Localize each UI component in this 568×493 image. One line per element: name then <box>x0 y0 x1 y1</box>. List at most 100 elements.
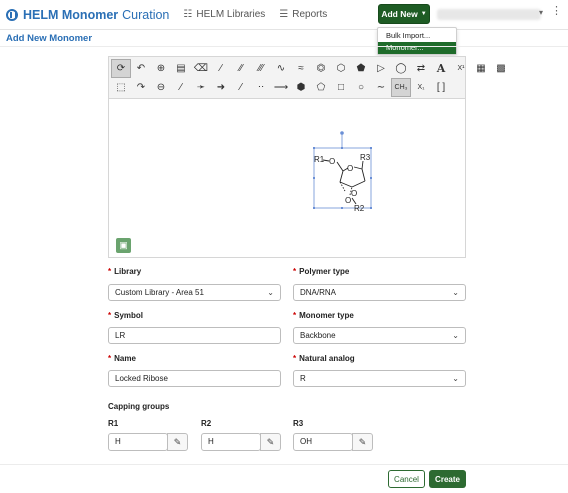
capping-r3-label: R3 <box>293 419 304 428</box>
required-marker: * <box>293 267 297 276</box>
create-button[interactable]: Create <box>429 470 466 488</box>
atom-label-o-ring: O <box>347 164 353 173</box>
redo-icon[interactable]: ↷ <box>131 78 151 97</box>
circle-icon[interactable]: ◯ <box>391 59 411 78</box>
editor-canvas[interactable]: R1 O R3 O O O R2 <box>109 99 465 257</box>
pentagon-icon[interactable]: ⬟ <box>351 59 371 78</box>
double-bond-icon[interactable]: ∕∕ <box>231 59 251 78</box>
pencil-icon[interactable]: ✎ <box>167 433 188 451</box>
cancel-button[interactable]: Cancel <box>388 470 425 488</box>
menu-item-monomer[interactable]: Monomer... <box>378 42 456 54</box>
add-new-button[interactable]: Add New ▼ <box>378 4 430 24</box>
menu-item-bulk-import[interactable]: Bulk Import... <box>378 30 456 42</box>
triangle-icon[interactable]: ▷ <box>371 59 391 78</box>
helm-logo-icon <box>6 8 18 21</box>
selection-handle <box>313 207 315 209</box>
lasso-icon[interactable]: ⟳ <box>111 59 131 78</box>
atom-label-r3: R3 <box>360 153 371 162</box>
bond-icon[interactable]: ∕ <box>171 78 191 97</box>
square-icon[interactable]: □ <box>331 78 351 97</box>
selection-handle <box>313 147 315 149</box>
user-menu[interactable] <box>437 9 541 20</box>
pentagon-outline-icon[interactable]: ⬠ <box>311 78 331 97</box>
atom-label-r2: R2 <box>354 204 365 213</box>
atom-label-o-bottom: O <box>345 196 351 205</box>
rgroup-attachment-icon[interactable]: ▩ <box>491 59 511 78</box>
divider <box>0 46 568 47</box>
superscript-icon[interactable]: X¹ <box>451 59 471 78</box>
bracket-icon[interactable]: [ ] <box>431 78 451 97</box>
capping-r1-label: R1 <box>108 419 119 428</box>
more-options-icon[interactable]: ⋮ <box>551 6 562 17</box>
capping-r3-input[interactable]: OH <box>293 433 353 451</box>
brand[interactable]: HELM Monomer Curation <box>6 8 169 22</box>
arrow-icon[interactable]: ⇄ <box>411 59 431 78</box>
eraser-icon[interactable]: ⌫ <box>191 59 211 78</box>
nav-link-label: Reports <box>292 9 328 20</box>
hash-bond-icon[interactable]: ⁄ <box>231 78 251 97</box>
chain-icon[interactable]: ∿ <box>271 59 291 78</box>
circle-outline-icon[interactable]: ○ <box>351 78 371 97</box>
required-marker: * <box>108 267 112 276</box>
wedge-bond-icon[interactable]: ➜ <box>211 78 231 97</box>
library-select[interactable]: Custom Library - Area 51 ⌄ <box>108 284 281 301</box>
benzene-icon[interactable]: ⏣ <box>311 59 331 78</box>
atom-text-icon[interactable]: A <box>431 59 451 78</box>
required-marker: * <box>108 354 112 363</box>
reaction-arrow-icon[interactable]: ⟶ <box>271 78 291 97</box>
chevron-down-icon: ⌄ <box>452 288 459 297</box>
zoom-in-icon[interactable]: ⊕ <box>151 59 171 78</box>
divider <box>0 464 568 465</box>
brand-subtitle: Curation <box>122 7 170 22</box>
monomer-type-select[interactable]: Backbone ⌄ <box>293 327 466 344</box>
template-icon[interactable]: ▣ <box>116 238 131 253</box>
undo-icon[interactable]: ↶ <box>131 59 151 78</box>
single-bond-icon[interactable]: ∕ <box>211 59 231 78</box>
nav-link-reports[interactable]: ☰ Reports <box>279 9 327 20</box>
capping-r2-input[interactable]: H <box>201 433 261 451</box>
page-title: Add New Monomer <box>6 33 93 44</box>
capping-r1-input[interactable]: H <box>108 433 168 451</box>
selection-handle <box>370 177 372 179</box>
natural-analog-select[interactable]: R ⌄ <box>293 370 466 387</box>
name-input[interactable]: Locked Ribose <box>108 370 281 387</box>
molecule-drawing[interactable]: R1 O R3 O O O R2 <box>109 99 465 257</box>
subscript-icon[interactable]: X₁ <box>411 78 431 97</box>
select-icon[interactable]: ⬚ <box>111 78 131 97</box>
nav-link-helm-libraries[interactable]: ☷ HELM Libraries <box>183 9 265 20</box>
hexagon-icon[interactable]: ⬡ <box>331 59 351 78</box>
triple-bond-icon[interactable]: ⁄⁄⁄ <box>251 59 271 78</box>
selection-handle <box>370 147 372 149</box>
polymer-type-label: * Polymer type <box>293 267 350 276</box>
bonds <box>322 159 366 205</box>
zoom-out-icon[interactable]: ⊖ <box>151 78 171 97</box>
rotate-handle <box>340 131 344 135</box>
capping-groups-heading: Capping groups <box>108 402 170 411</box>
rgroup-icon[interactable]: ▦ <box>471 59 491 78</box>
pencil-icon[interactable]: ✎ <box>260 433 281 451</box>
ch3-icon[interactable]: CH₃ <box>391 78 411 97</box>
toolbar-row-1: ⟳ ↶ ⊕ ▤ ⌫ ∕ ∕∕ ⁄⁄⁄ ∿ ≈ ⏣ ⬡ ⬟ ▷ ◯ ⇄ A X¹ … <box>111 59 511 78</box>
symbol-input[interactable]: LR <box>108 327 281 344</box>
brand-title: HELM Monomer <box>23 7 119 22</box>
toolbar-row-2: ⬚ ↷ ⊖ ∕ ➛ ➜ ⁄ ⋅⋅ ⟶ ⬢ ⬠ □ ○ ∼ CH₃ X₁ [ ] <box>111 78 451 97</box>
nav-link-label: HELM Libraries <box>196 9 266 20</box>
caret-down-icon[interactable]: ▾ <box>539 8 543 17</box>
wave-icon[interactable]: ∼ <box>371 78 391 97</box>
add-new-dropdown-menu: Bulk Import... Monomer... <box>377 27 457 55</box>
symbol-label: * Symbol <box>108 311 144 320</box>
structure-editor: ⟳ ↶ ⊕ ▤ ⌫ ∕ ∕∕ ⁄⁄⁄ ∿ ≈ ⏣ ⬡ ⬟ ▷ ◯ ⇄ A X¹ … <box>108 56 506 258</box>
dash-bond-icon[interactable]: ⋅⋅ <box>251 78 271 97</box>
polymer-type-select[interactable]: DNA/RNA ⌄ <box>293 284 466 301</box>
natural-analog-label: * Natural analog <box>293 354 355 363</box>
paste-icon[interactable]: ▤ <box>171 59 191 78</box>
chain-wavy-icon[interactable]: ≈ <box>291 59 311 78</box>
bold-bond-icon[interactable]: ➛ <box>191 78 211 97</box>
atom-label-r1: R1 <box>314 155 325 164</box>
selection-handle <box>341 147 343 149</box>
selection-handle <box>341 207 343 209</box>
required-marker: * <box>293 354 297 363</box>
library-icon: ☷ <box>183 9 193 20</box>
heptagon-icon[interactable]: ⬢ <box>291 78 311 97</box>
pencil-icon[interactable]: ✎ <box>352 433 373 451</box>
